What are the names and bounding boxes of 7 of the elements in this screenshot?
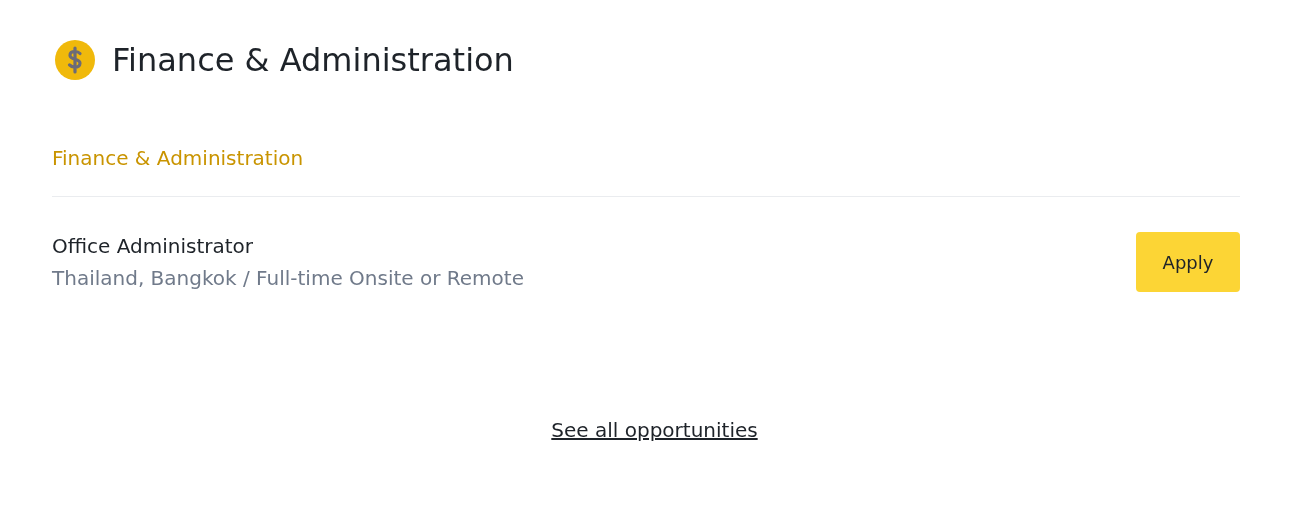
section-title: Finance & Administration: [112, 40, 514, 80]
category-label: Finance & Administration: [52, 145, 305, 172]
job-location: Thailand, Bangkok / Full-time Onsite or Remote: [52, 265, 524, 292]
apply-button[interactable]: Apply: [1136, 232, 1240, 292]
job-title: Office Administrator: [52, 233, 255, 260]
dollar-coin-icon: [55, 40, 95, 80]
see-all-link[interactable]: See all opportunities: [551, 418, 758, 442]
